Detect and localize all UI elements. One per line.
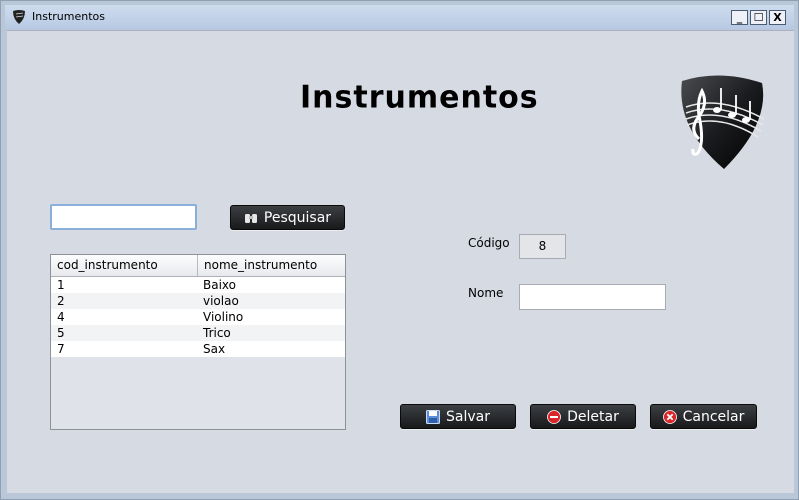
cell-cod: 1: [57, 278, 65, 292]
cell-nome: Baixo: [203, 278, 236, 292]
cell-nome: Trico: [203, 326, 231, 340]
maximize-icon: ☐: [753, 11, 764, 24]
cell-nome: Sax: [203, 342, 226, 356]
close-circle-icon: [662, 409, 677, 424]
cancelar-button[interactable]: Cancelar: [650, 404, 757, 429]
close-icon: X: [773, 11, 782, 24]
table-header: cod_instrumento nome_instrumento: [51, 255, 345, 277]
cell-cod: 7: [57, 342, 65, 356]
pesquisar-button[interactable]: Pesquisar: [230, 205, 345, 230]
table-row[interactable]: 4 Violino: [51, 309, 345, 325]
codigo-field: 8: [519, 234, 566, 259]
page-title: Instrumentos: [300, 79, 539, 116]
deletar-button[interactable]: Deletar: [530, 404, 636, 429]
minus-circle-icon: [547, 409, 562, 424]
floppy-disk-icon: [426, 409, 440, 424]
salvar-button[interactable]: Salvar: [400, 404, 516, 429]
salvar-label: Salvar: [446, 408, 490, 425]
table-row[interactable]: 2 violao: [51, 293, 345, 309]
application-window: Instrumentos _ ☐ X Instrumentos Pesquisa…: [0, 0, 799, 500]
cell-nome: Violino: [203, 310, 244, 324]
close-button[interactable]: X: [769, 10, 786, 25]
nome-field[interactable]: [519, 284, 666, 310]
guitar-pick-music-icon: [681, 75, 765, 169]
nome-label: Nome: [468, 286, 504, 300]
column-header-nome[interactable]: nome_instrumento: [198, 255, 345, 276]
codigo-label: Código: [468, 236, 510, 250]
binoculars-icon: [244, 213, 257, 223]
column-header-cod[interactable]: cod_instrumento: [51, 255, 198, 276]
table-body: 1 Baixo 2 violao 4 Violino 5 Trico 7 Sax: [51, 277, 345, 357]
table-row[interactable]: 5 Trico: [51, 325, 345, 341]
pesquisar-label: Pesquisar: [263, 209, 332, 226]
instrument-table[interactable]: cod_instrumento nome_instrumento 1 Baixo…: [50, 254, 346, 430]
cell-cod: 5: [57, 326, 65, 340]
cancelar-label: Cancelar: [682, 408, 745, 425]
minimize-icon: _: [736, 11, 743, 24]
cell-cod: 4: [57, 310, 65, 324]
minimize-button[interactable]: _: [731, 10, 748, 25]
search-input[interactable]: [50, 204, 197, 230]
window-title: Instrumentos: [32, 10, 105, 23]
content-panel: Instrumentos Pesquisar cod_instrumento n…: [7, 30, 794, 493]
title-bar[interactable]: Instrumentos _ ☐ X: [5, 5, 794, 29]
maximize-button[interactable]: ☐: [750, 10, 767, 25]
cell-nome: violao: [203, 294, 239, 308]
table-row[interactable]: 7 Sax: [51, 341, 345, 357]
table-row[interactable]: 1 Baixo: [51, 277, 345, 293]
cell-cod: 2: [57, 294, 65, 308]
deletar-label: Deletar: [567, 408, 619, 425]
app-icon: [13, 10, 25, 24]
